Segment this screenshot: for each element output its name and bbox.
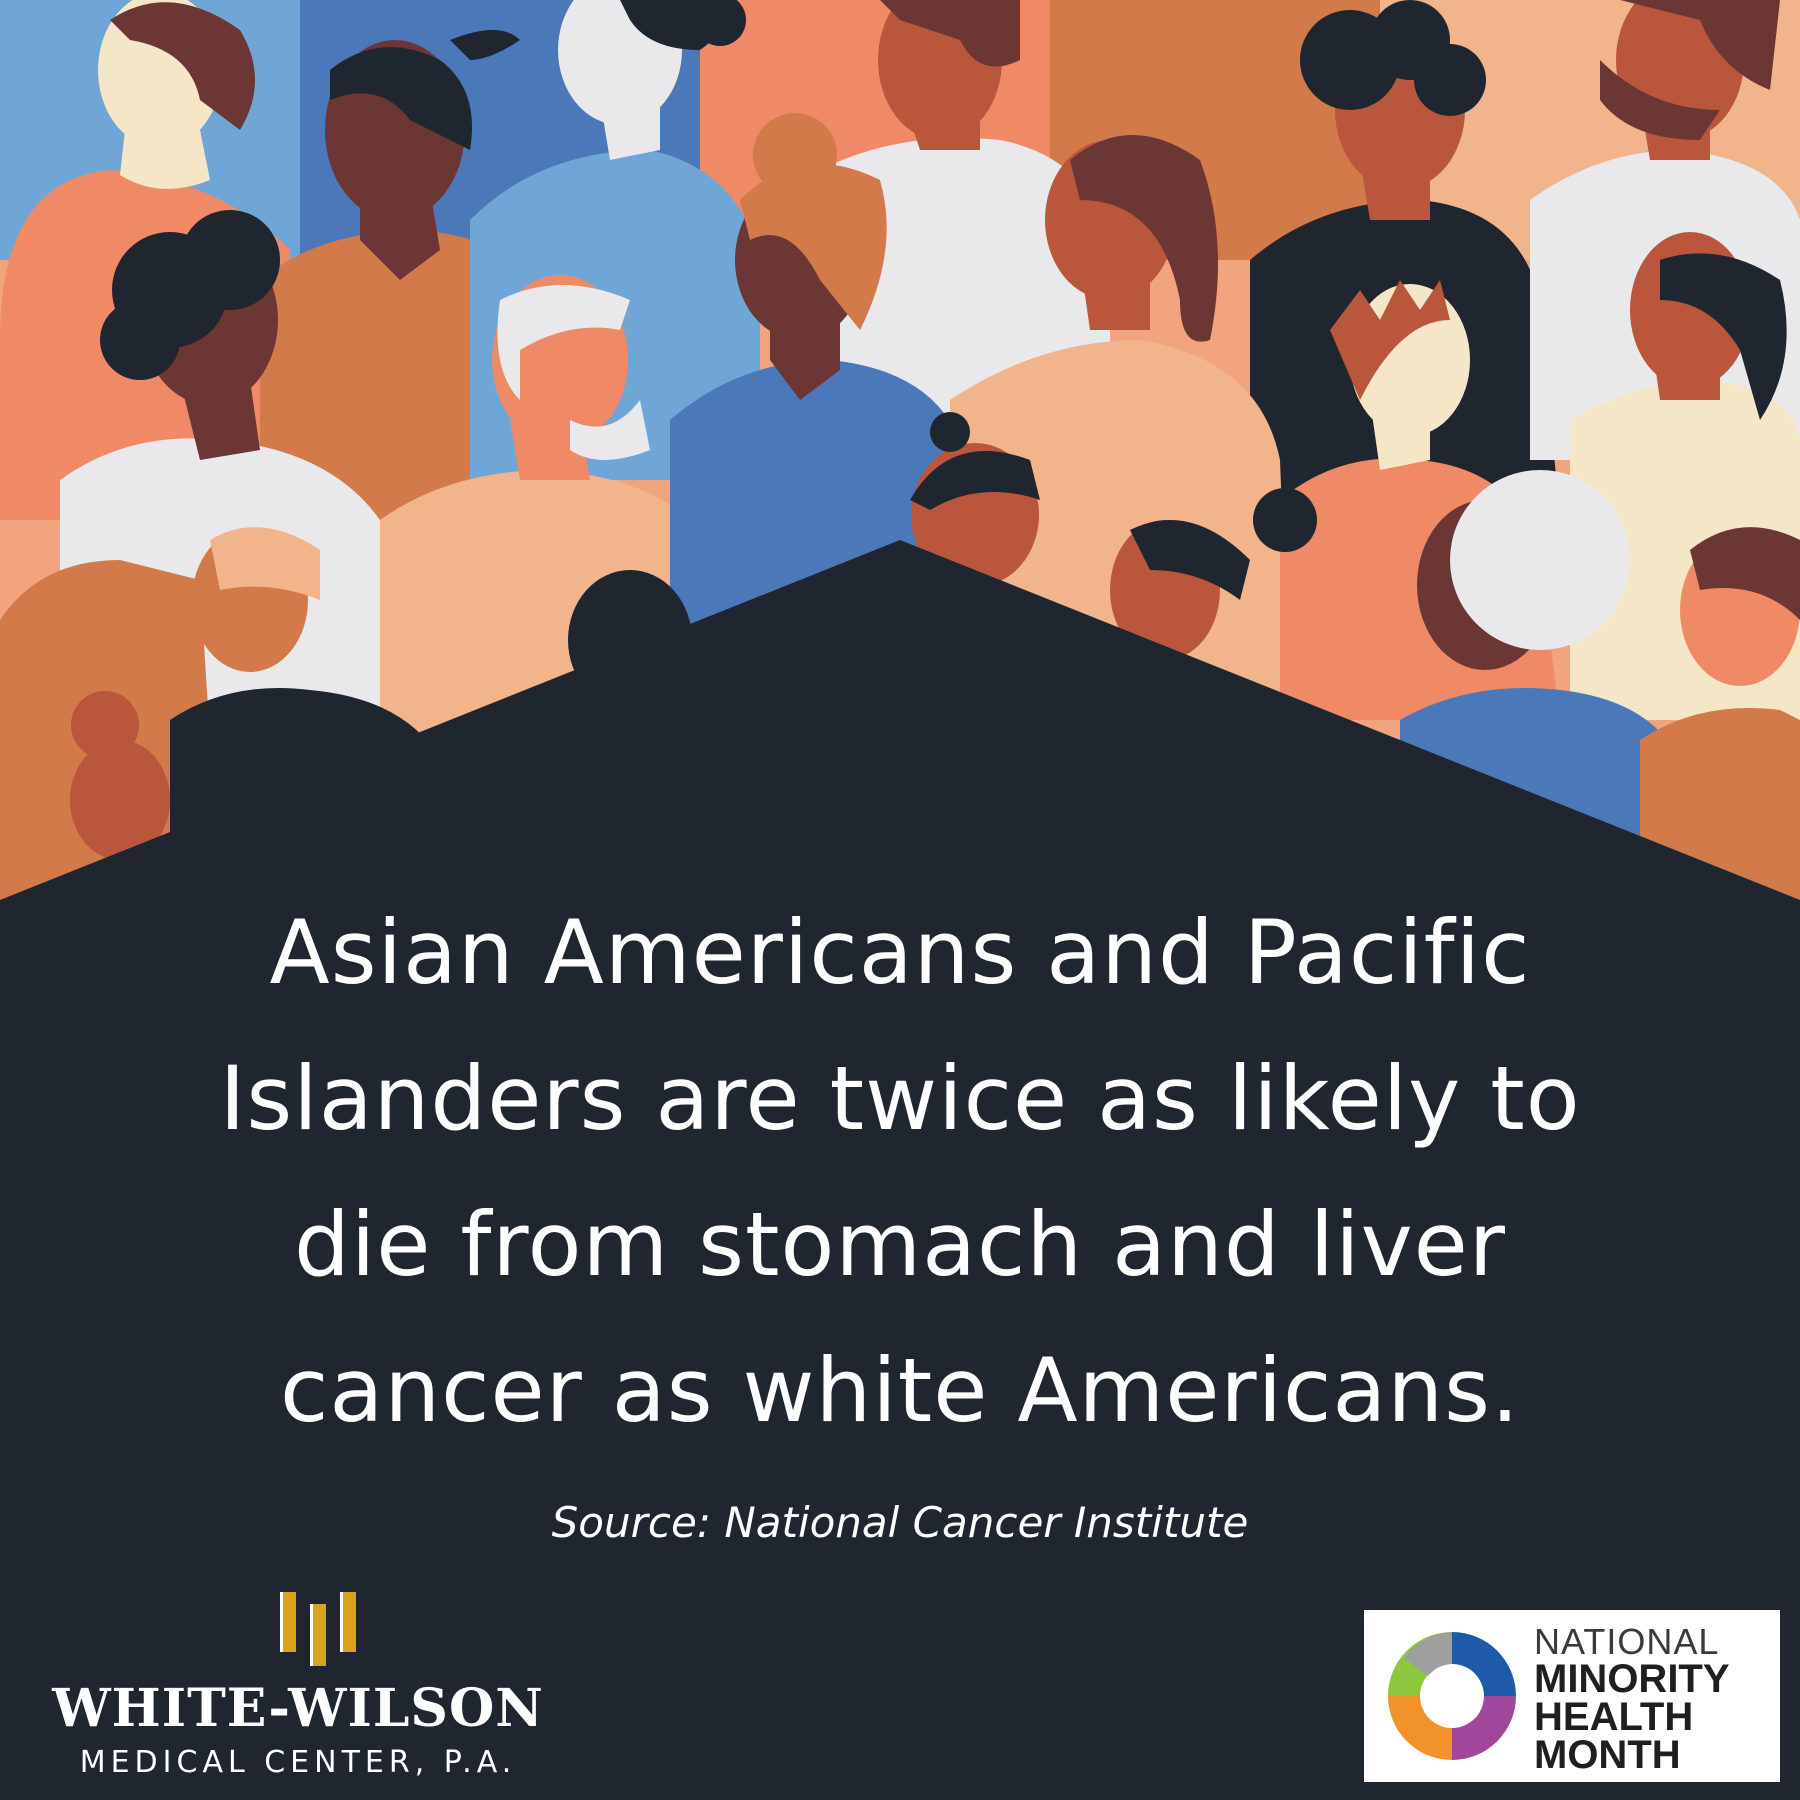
headline-line-4: cancer as white Americans.	[280, 1339, 1520, 1442]
infographic: Asian Americans and Pacific Islanders ar…	[0, 0, 1800, 1800]
white-wilson-subtitle: MEDICAL CENTER, P.A.	[79, 1745, 517, 1780]
nmhm-line-month: MONTH	[1534, 1733, 1681, 1777]
nmhm-line-minority: MINORITY	[1534, 1657, 1730, 1701]
nmhm-line-national: NATIONAL	[1534, 1621, 1720, 1662]
nmhm-line-health: HEALTH	[1534, 1695, 1694, 1739]
color-ring-icon	[1388, 1632, 1516, 1760]
white-wilson-logo: WHITE-WILSON MEDICAL CENTER, P.A.	[38, 1590, 558, 1780]
headline-line-1: Asian Americans and Pacific	[269, 901, 1531, 1004]
headline-line-2: Islanders are twice as likely to	[219, 1047, 1581, 1150]
source-citation: Source: National Cancer Institute	[551, 1498, 1249, 1547]
white-wilson-bars-icon	[280, 1592, 356, 1666]
national-minority-health-month-logo: NATIONAL MINORITY HEALTH MONTH	[1364, 1610, 1780, 1782]
crowd-illustration	[0, 0, 1800, 900]
white-wilson-name: WHITE-WILSON	[52, 1678, 544, 1739]
headline-line-3: die from stomach and liver	[294, 1193, 1506, 1296]
headline-message: Asian Americans and Pacific Islanders ar…	[90, 880, 1710, 1464]
nmhm-wordmark: NATIONAL MINORITY HEALTH MONTH	[1534, 1621, 1774, 1777]
